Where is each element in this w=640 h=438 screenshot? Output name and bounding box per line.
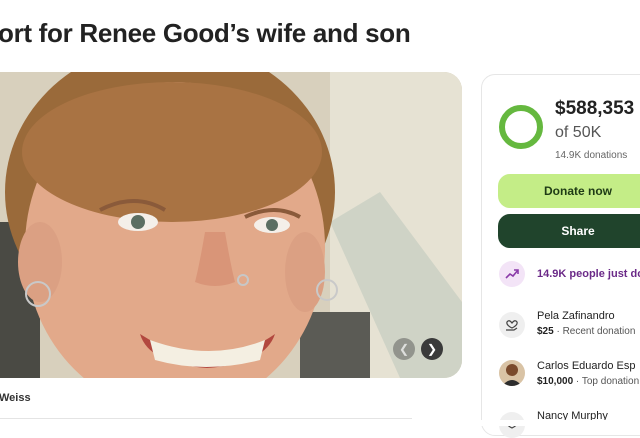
heart-hand-icon bbox=[499, 312, 525, 338]
share-button[interactable]: Share bbox=[498, 214, 640, 248]
trending-up-icon bbox=[499, 261, 525, 287]
trending-text: 14.9K people just do bbox=[537, 268, 640, 280]
donor-amount: $25 bbox=[537, 326, 554, 337]
organizer-name[interactable]: Weiss bbox=[0, 392, 31, 404]
progress-ring-fill bbox=[499, 105, 543, 149]
donor-meta: $25 · Recent donation bbox=[537, 326, 635, 337]
donate-button[interactable]: Donate now bbox=[498, 174, 640, 208]
campaign-title: ort for Renee Good’s wife and son bbox=[0, 18, 411, 48]
chevron-right-icon: ❯ bbox=[426, 342, 438, 356]
donation-count: 14.9K donations bbox=[555, 150, 628, 161]
donor-meta: $10,000 · Top donation bbox=[537, 376, 639, 387]
campaign-photo[interactable] bbox=[0, 72, 462, 378]
divider bbox=[0, 418, 412, 419]
donor-name: Pela Zafinandro bbox=[537, 310, 615, 322]
goal-amount: of 50K bbox=[555, 124, 602, 141]
donor-note: · Recent donation bbox=[553, 326, 636, 337]
chevron-left-icon: ❮ bbox=[398, 342, 410, 356]
carousel-next-button[interactable]: ❯ bbox=[421, 338, 443, 360]
page-edge bbox=[0, 420, 640, 426]
donor-amount: $10,000 bbox=[537, 376, 574, 387]
donor-note: · Top donation bbox=[573, 376, 640, 387]
avatar bbox=[499, 360, 525, 386]
amount-raised: $588,353 ra bbox=[555, 98, 640, 119]
progress-ring bbox=[499, 105, 543, 149]
donor-name: Carlos Eduardo Esp bbox=[537, 360, 636, 372]
carousel-prev-button[interactable]: ❮ bbox=[393, 338, 415, 360]
